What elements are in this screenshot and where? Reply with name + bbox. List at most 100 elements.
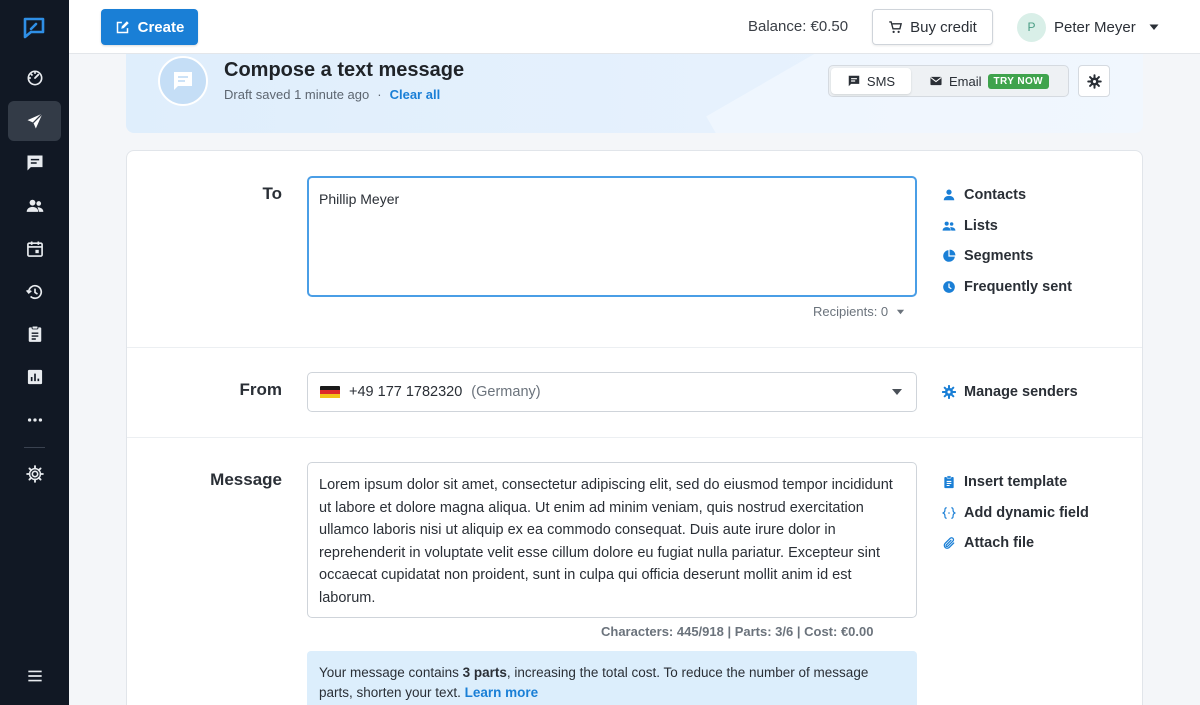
sms-tab-label: SMS [866,73,896,89]
create-button[interactable]: Create [101,9,198,45]
buy-credit-label: Buy credit [910,18,977,36]
sidebar-item-dashboard[interactable] [8,58,61,98]
group-icon [942,221,956,231]
from-label: From [239,380,283,399]
sidebar-item-calendar[interactable] [8,229,61,269]
gear-icon [1086,73,1102,89]
draft-status-row: Draft saved 1 minute ago · Clear all [224,87,440,102]
try-now-badge: TRY NOW [987,73,1049,89]
topbar: Create Balance: €0.50 Buy credit P Peter… [69,0,1200,54]
recipients-count[interactable]: Recipients: 0 [813,304,905,319]
compose-settings-button[interactable] [1078,65,1110,97]
sidebar-item-settings[interactable] [8,454,61,494]
frequently-sent-label: Frequently sent [964,278,1072,295]
cart-icon [889,20,903,33]
sms-icon [848,75,860,87]
balance-text: Balance: €0.50 [748,18,849,35]
clock-icon [943,280,955,293]
lists-label: Lists [964,217,998,234]
add-dynamic-field-link[interactable]: Add dynamic field [942,498,1089,529]
buy-credit-button[interactable]: Buy credit [872,9,993,45]
paperclip-icon [943,537,955,550]
pie-chart-icon [943,249,956,263]
separator-dot: · [377,87,382,102]
row-divider [127,347,1142,348]
calendar-icon [26,241,43,257]
message-textarea[interactable]: Lorem ipsum dolor sit amet, consectetur … [307,462,917,618]
message-bubble-icon [158,56,208,106]
analytics-icon [27,369,42,385]
clipboard-icon [28,325,41,342]
sidebar-item-send[interactable] [8,101,61,141]
compose-form: To Phillip Meyer Recipients: 0 Contacts … [126,150,1143,705]
insert-template-label: Insert template [964,474,1068,491]
row-divider [127,437,1142,438]
segments-link[interactable]: Segments [942,241,1072,272]
mail-icon [930,76,942,86]
to-options: Contacts Lists Segments Frequently sent [942,180,1072,302]
create-button-label: Create [137,18,185,36]
clear-all-link[interactable]: Clear all [390,87,441,102]
sidebar-item-menu[interactable] [8,656,61,696]
contacts-icon [26,199,43,212]
sidebar [0,0,69,705]
from-country: (Germany) [471,384,541,400]
page-title: Compose a text message [224,59,465,81]
insert-template-link[interactable]: Insert template [942,467,1089,498]
chevron-down-icon [1149,24,1159,30]
from-number: +49 177 1782320 [349,384,463,400]
sidebar-item-chat[interactable] [8,143,61,183]
attach-file-label: Attach file [964,535,1035,552]
draft-status: Draft saved 1 minute ago [224,87,370,102]
message-label: Message [210,470,282,489]
chevron-down-icon [892,389,902,395]
add-dynamic-field-label: Add dynamic field [964,504,1089,521]
notice-parts: 3 parts [462,665,507,680]
sidebar-item-reports[interactable] [8,314,61,354]
caret-down-icon [897,309,905,315]
contacts-label: Contacts [964,187,1027,204]
gear-icon [942,385,956,400]
message-counts: Characters: 445/918 | Parts: 3/6 | Cost:… [601,624,874,639]
braces-icon [942,506,956,519]
sidebar-item-analytics[interactable] [8,357,61,397]
person-icon [943,189,955,201]
user-name: Peter Meyer [1054,18,1136,36]
to-field[interactable]: Phillip Meyer [307,176,917,297]
channel-toggle: SMS Email TRY NOW [828,65,1069,97]
compose-banner: Compose a text message Draft saved 1 min… [126,54,1143,133]
email-tab-label: Email [949,73,982,89]
history-icon [25,284,42,300]
germany-flag-icon [320,385,340,399]
user-menu[interactable]: P Peter Meyer [1017,12,1160,42]
segments-label: Segments [964,248,1034,265]
contacts-link[interactable]: Contacts [942,180,1072,211]
menu-icon [27,670,42,682]
from-select[interactable]: +49 177 1782320 (Germany) [307,372,917,412]
settings-icon [25,465,44,483]
avatar: P [1017,12,1046,42]
recipients-text: Recipients: 0 [813,304,889,319]
more-icon [27,418,42,422]
parts-notice: Your message contains 3 parts, increasin… [307,651,917,705]
sidebar-item-history[interactable] [8,272,61,312]
message-options: Insert template Add dynamic field Attach… [942,467,1089,559]
learn-more-link[interactable]: Learn more [465,685,539,700]
manage-senders-link[interactable]: Manage senders [942,377,1078,408]
sidebar-item-contacts[interactable] [8,186,61,226]
attach-file-link[interactable]: Attach file [942,528,1089,559]
frequently-sent-link[interactable]: Frequently sent [942,272,1072,303]
sidebar-item-more[interactable] [8,400,61,440]
lists-link[interactable]: Lists [942,211,1072,242]
from-options: Manage senders [942,377,1078,408]
dashboard-icon [27,70,42,86]
app-logo-icon[interactable] [22,16,46,40]
clipboard-icon [944,475,954,489]
chat-icon [27,155,42,171]
email-tab[interactable]: Email TRY NOW [919,68,1059,94]
edit-icon [116,20,129,33]
notice-prefix: Your message contains [319,665,463,680]
sidebar-divider [24,447,45,448]
sms-tab[interactable]: SMS [831,68,911,94]
send-icon [27,113,43,129]
